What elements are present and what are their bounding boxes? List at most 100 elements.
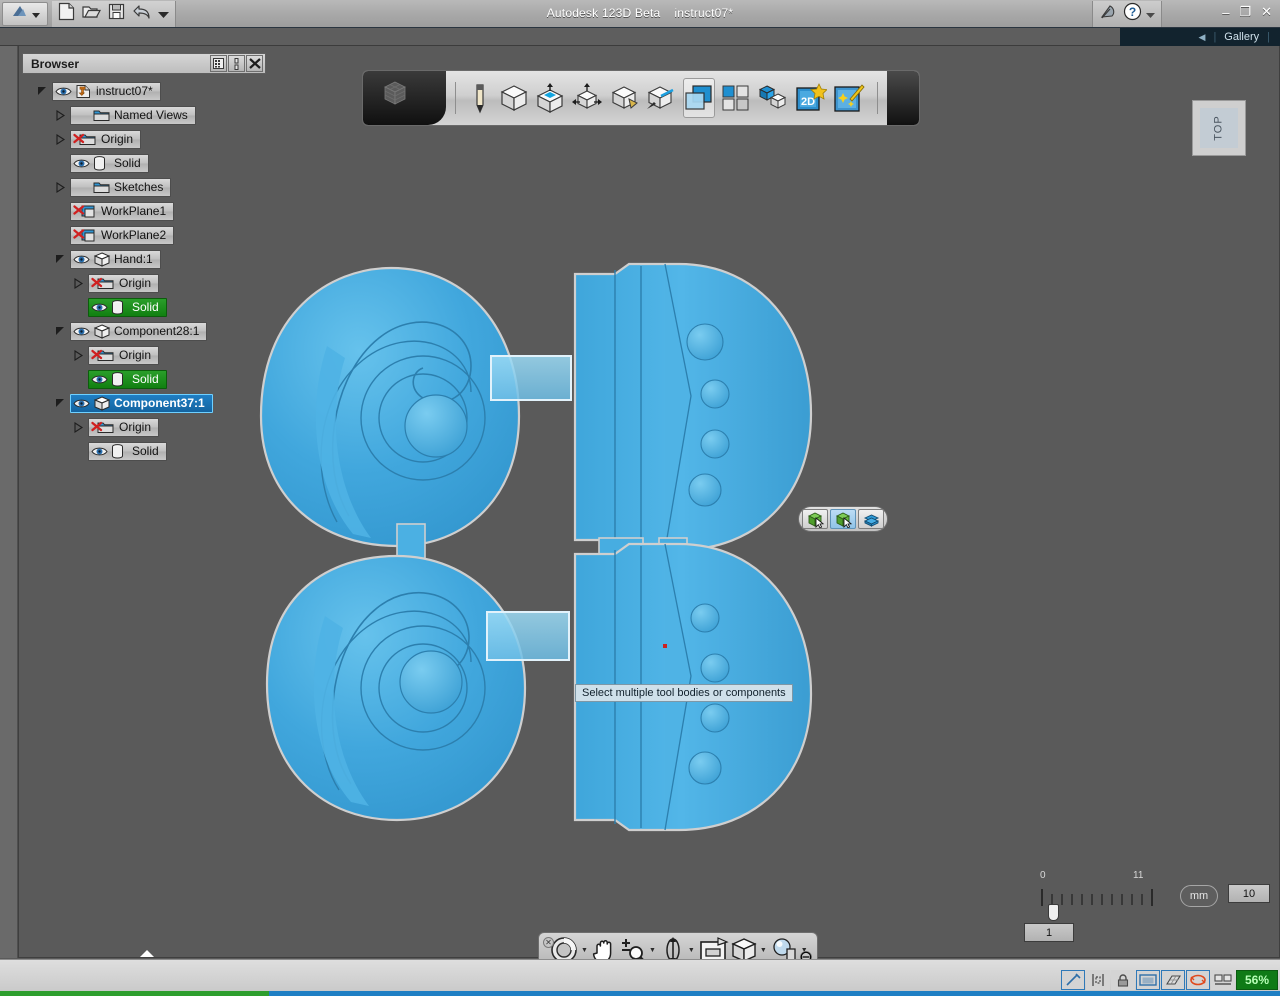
status-bar-icons[interactable]: 56% — [1061, 970, 1278, 990]
tree-node[interactable]: instruct07* — [22, 79, 266, 103]
undo-icon[interactable] — [132, 4, 151, 25]
browser-grid-button[interactable] — [210, 55, 227, 72]
twisty-collapsed-icon[interactable] — [72, 349, 85, 362]
twisty-collapsed-icon[interactable] — [54, 109, 67, 122]
twisty-expanded-icon[interactable] — [54, 325, 67, 338]
browser-panel[interactable]: Browser instruct07* Named Views Origin S… — [22, 53, 266, 958]
twisty-expanded-icon[interactable] — [54, 397, 67, 410]
snap-icon[interactable] — [1061, 970, 1085, 990]
visibility-eye-icon[interactable] — [73, 397, 90, 410]
help-icon[interactable]: ? — [1123, 2, 1142, 26]
tree-node-chip[interactable]: Component37:1 — [70, 393, 213, 413]
orbit-status-icon[interactable] — [1186, 970, 1210, 990]
tree-node-chip[interactable]: Sketches — [70, 177, 172, 197]
tree-node-chip[interactable]: Solid — [88, 297, 167, 317]
scale-widget[interactable]: 0 11 mm 10 1 — [1020, 866, 1270, 950]
tree-node[interactable]: Origin — [22, 271, 266, 295]
new-file-icon[interactable] — [58, 2, 75, 26]
2d-drawing-icon[interactable]: 2D — [795, 78, 827, 118]
tree-node[interactable]: Component37:1 — [22, 391, 266, 415]
grid-snap-icon[interactable] — [721, 78, 751, 118]
help-dropdown-icon[interactable] — [1146, 5, 1155, 23]
visibility-eye-icon[interactable] — [73, 325, 90, 338]
tree-node-chip[interactable]: Origin — [88, 345, 160, 365]
browser-tree[interactable]: instruct07* Named Views Origin Solid Ske… — [22, 79, 266, 463]
gallery-link[interactable]: Gallery — [1224, 31, 1259, 43]
close-button[interactable]: ✕ — [1261, 4, 1272, 20]
select-target-body-icon[interactable] — [802, 509, 828, 529]
window-controls[interactable]: – ❐ ✕ — [1222, 4, 1272, 20]
tree-node-chip[interactable]: Solid — [88, 441, 167, 461]
tree-node-chip[interactable]: Hand:1 — [70, 249, 161, 269]
browser-options-button[interactable] — [228, 55, 245, 72]
gallery-bar-right[interactable]: ◀ | Gallery | — [1120, 28, 1280, 46]
restore-button[interactable]: ❐ — [1239, 4, 1251, 20]
tree-node-chip[interactable]: Origin — [88, 417, 160, 437]
tree-node-chip[interactable]: Origin — [70, 129, 142, 149]
main-toolbar[interactable]: 2D — [362, 70, 920, 126]
modify-move-icon[interactable] — [571, 78, 603, 118]
twisty-collapsed-icon[interactable] — [72, 421, 85, 434]
tree-node-chip[interactable]: instruct07* — [52, 81, 161, 101]
tree-node[interactable]: Origin — [22, 127, 266, 151]
browser-close-button[interactable] — [246, 55, 263, 72]
home-cube-button[interactable] — [363, 71, 450, 125]
application-menu-button[interactable] — [2, 2, 48, 26]
tree-node[interactable]: Solid — [22, 151, 266, 175]
constraints-icon[interactable] — [1086, 970, 1110, 990]
visibility-eye-icon[interactable] — [55, 85, 72, 98]
minimize-button[interactable]: – — [1222, 5, 1229, 20]
unit-selector[interactable]: mm — [1180, 885, 1218, 907]
tree-node-chip[interactable]: WorkPlane1 — [70, 201, 175, 221]
measure-icon[interactable] — [645, 78, 677, 118]
open-file-icon[interactable] — [82, 3, 102, 25]
twisty-expanded-icon[interactable] — [54, 253, 67, 266]
visibility-eye-icon[interactable] — [91, 445, 108, 458]
tree-node-chip[interactable]: WorkPlane2 — [70, 225, 175, 245]
view-cube-face[interactable]: TOP — [1200, 108, 1238, 148]
tree-node-chip[interactable]: Named Views — [70, 105, 196, 125]
sketch-pencil-icon[interactable] — [468, 78, 493, 118]
tree-node[interactable]: Solid — [22, 367, 266, 391]
visibility-eye-icon[interactable] — [73, 253, 90, 266]
titlebar-right-tools[interactable]: ? — [1092, 1, 1162, 27]
display-mode-icon[interactable] — [1211, 970, 1235, 990]
zoom-value-field[interactable]: 10 — [1228, 884, 1270, 903]
tree-node[interactable]: Sketches — [22, 175, 266, 199]
tree-node[interactable]: Solid — [22, 439, 266, 463]
tree-node[interactable]: Origin — [22, 415, 266, 439]
qat-dropdown-icon[interactable] — [158, 5, 169, 23]
primitive-cube-icon[interactable] — [499, 78, 529, 118]
nav-close-icon[interactable]: ✕ — [543, 937, 554, 948]
combine-mini-toolbar[interactable] — [798, 506, 888, 532]
tree-node-chip[interactable]: Origin — [88, 273, 160, 293]
workplane-icon[interactable] — [1136, 970, 1160, 990]
assemble-icon[interactable] — [757, 78, 789, 118]
tree-node-chip[interactable]: Component28:1 — [70, 321, 208, 341]
zoom-percent-indicator[interactable]: 56% — [1236, 970, 1278, 990]
step-value-field[interactable]: 1 — [1024, 923, 1074, 942]
tree-node-chip[interactable]: Solid — [70, 153, 149, 173]
satellite-dish-icon[interactable] — [1099, 3, 1119, 26]
resize-grip-icon[interactable] — [140, 950, 154, 957]
select-tool-bodies-icon[interactable] — [830, 509, 856, 529]
viewport-resize-handle[interactable] — [22, 950, 1254, 958]
tree-node[interactable]: Hand:1 — [22, 247, 266, 271]
combine-result-icon[interactable] — [858, 509, 884, 529]
extrude-icon[interactable] — [535, 78, 565, 118]
save-icon[interactable] — [108, 3, 125, 25]
twisty-collapsed-icon[interactable] — [54, 133, 67, 146]
tree-node[interactable]: Component28:1 — [22, 319, 266, 343]
tree-node-chip[interactable]: Solid — [88, 369, 167, 389]
twisty-collapsed-icon[interactable] — [72, 277, 85, 290]
pattern-icon[interactable] — [609, 78, 639, 118]
visibility-eye-icon[interactable] — [73, 157, 90, 170]
visibility-eye-icon[interactable] — [91, 373, 108, 386]
tree-node[interactable]: Named Views — [22, 103, 266, 127]
quick-access-toolbar[interactable] — [52, 1, 176, 27]
grid-icon[interactable] — [1161, 970, 1185, 990]
scale-slider-handle[interactable] — [1048, 904, 1059, 921]
view-cube[interactable]: TOP — [1192, 100, 1246, 156]
twisty-expanded-icon[interactable] — [36, 85, 49, 98]
smart-effects-icon[interactable] — [833, 78, 865, 118]
